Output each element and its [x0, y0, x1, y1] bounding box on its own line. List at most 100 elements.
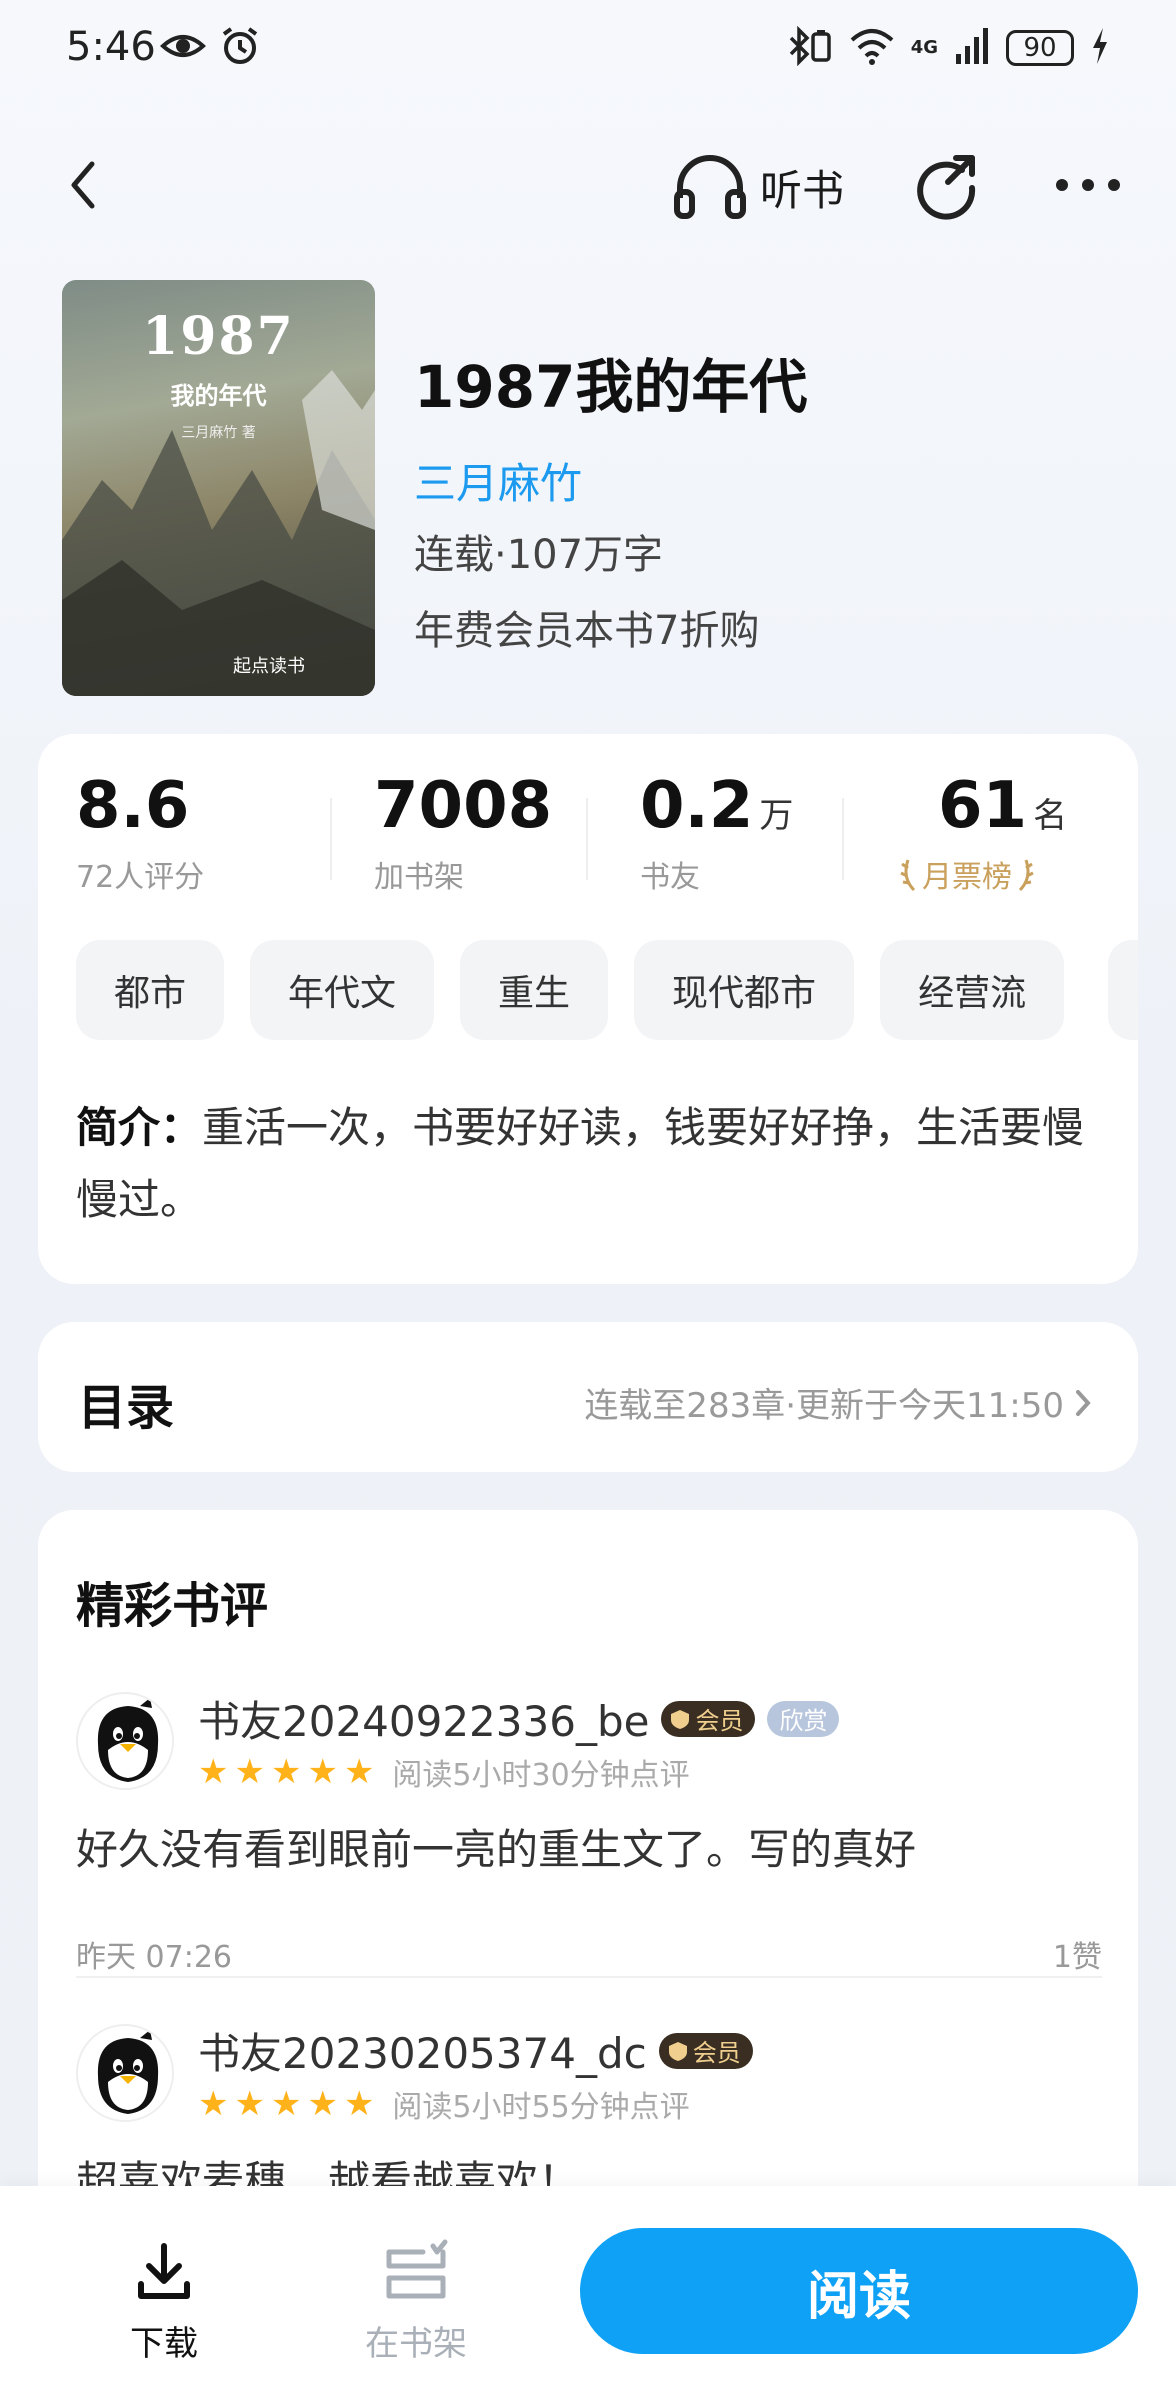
rating-stat[interactable]: 8.6 72人评分 [76, 774, 204, 896]
rank-value: 61 [938, 769, 1028, 843]
vip-badge: 会员 [658, 2032, 753, 2069]
headphones-icon [674, 155, 746, 219]
like-button[interactable]: 1赞 [1053, 1932, 1102, 1976]
tag-list: 都市 年代文 重生 现代都市 经营流 [76, 940, 1065, 1040]
download-icon [138, 2243, 190, 2299]
wifi-icon [849, 26, 895, 70]
penguin-avatar-icon [79, 1695, 172, 1788]
eye-icon [160, 26, 206, 70]
bottom-action-bar: 下载 在书架 阅读 [0, 2186, 1176, 2400]
bookshelf-label: 加书架 [374, 860, 464, 895]
rank-label: 月票榜 [922, 860, 1012, 895]
tag-chip[interactable]: 年代文 [250, 940, 435, 1040]
battery-indicator: 90 [1006, 30, 1074, 66]
table-of-contents-row[interactable]: 目录 连载至283章·更新于今天11:50 [38, 1322, 1138, 1472]
book-status: 连载·107万字 [414, 532, 664, 578]
tag-chip[interactable]: 都市 [76, 940, 225, 1040]
appreciate-badge: 欣赏 [767, 1700, 840, 1737]
back-button[interactable] [60, 150, 110, 220]
star-icon: ★ [234, 2084, 265, 2124]
tag-chip[interactable]: 现代都市 [634, 940, 855, 1040]
read-time: 阅读5小时55分钟点评 [392, 2090, 690, 2125]
vip-badge-label: 会员 [695, 1707, 744, 1735]
vip-badge: 会员 [661, 1700, 756, 1737]
toc-update-info: 连载至283章·更新于今天11:50 [584, 1386, 1064, 1426]
star-icon: ★ [198, 1752, 229, 1792]
read-button[interactable]: 阅读 [580, 2228, 1138, 2354]
stat-divider [842, 798, 844, 880]
book-cover[interactable]: 1987 我的年代 三月麻竹 著 起点读书 [62, 280, 375, 696]
rating-label: 72人评分 [76, 860, 205, 895]
review-text: 好久没有看到眼前一亮的重生文了。写的真好 [76, 1825, 917, 1874]
top-nav: 听书 [0, 130, 1176, 240]
penguin-avatar-icon [79, 2027, 172, 2120]
vip-offer[interactable]: 年费会员本书7折购 [414, 598, 759, 656]
intro-label: 简介： [76, 1103, 203, 1152]
avatar[interactable] [76, 1692, 174, 1790]
rating-row: ★ ★ ★ ★ ★ 阅读5小时30分钟点评 [198, 1750, 690, 1794]
laurel-right-icon [1018, 859, 1034, 892]
vip-badge-label: 会员 [692, 2039, 741, 2067]
tag-chip-partial[interactable] [1108, 940, 1138, 1040]
stat-divider [586, 798, 588, 880]
cover-publisher-logo: 起点读书 [233, 656, 305, 677]
download-button[interactable]: 下载 [94, 2238, 234, 2365]
rating-row: ★ ★ ★ ★ ★ 阅读5小时55分钟点评 [198, 2082, 690, 2126]
star-icon: ★ [343, 2084, 375, 2124]
intro-text: 重活一次，书要好好读，钱要好好挣，生活要慢慢过。 [76, 1103, 1085, 1224]
reviews-title: 精彩书评 [76, 1578, 269, 1634]
bookshelf-check-icon [386, 2239, 448, 2299]
star-icon: ★ [198, 2084, 229, 2124]
status-time: 5:46 [66, 24, 156, 70]
alarm-icon [220, 26, 260, 70]
review-item[interactable]: 书友20240922336_be 会员 欣赏 ★ ★ ★ ★ ★ 阅读5小时30… [76, 1692, 1102, 1975]
signal-icon [954, 26, 990, 70]
toc-title: 目录 [78, 1380, 175, 1436]
status-bar: 5:46 4G 90 [0, 0, 1176, 100]
fans-value: 0.2 [640, 769, 754, 843]
share-icon [917, 155, 976, 220]
crown-shield-icon [671, 1709, 690, 1729]
fans-label: 书友 [640, 860, 700, 895]
charging-icon [1090, 26, 1110, 70]
star-icon: ★ [270, 2084, 302, 2124]
star-icon: ★ [307, 2084, 338, 2124]
bluetooth-battery-icon [787, 25, 833, 70]
star-icon: ★ [234, 1752, 265, 1792]
crown-shield-icon [668, 2041, 687, 2061]
avatar[interactable] [76, 2024, 174, 2122]
monthly-ticket-rank-stat[interactable]: 61 名 月票榜 [900, 774, 1067, 896]
divider [76, 1976, 1102, 1978]
network-type-label: 4G [910, 37, 938, 58]
book-title: 1987我的年代 [414, 353, 808, 421]
cover-title: 1987 [142, 306, 295, 367]
fans-stat[interactable]: 0.2 万 书友 [640, 774, 793, 896]
stat-divider [330, 798, 332, 880]
book-intro[interactable]: 简介：重活一次，书要好好读，钱要好好挣，生活要慢慢过。 [76, 1092, 1106, 1236]
author-link[interactable]: 三月麻竹 [414, 450, 582, 511]
read-time: 阅读5小时30分钟点评 [392, 1758, 690, 1793]
more-button[interactable] [1048, 150, 1128, 220]
laurel-left-icon [900, 859, 916, 892]
fans-unit: 万 [759, 796, 794, 836]
star-icon: ★ [343, 1752, 375, 1792]
bookshelf-stat[interactable]: 7008 加书架 [374, 774, 552, 896]
tag-chip[interactable]: 重生 [460, 940, 609, 1040]
star-icon: ★ [307, 1752, 338, 1792]
tag-chip[interactable]: 经营流 [880, 940, 1065, 1040]
listen-button[interactable]: 听书 [672, 152, 844, 222]
listen-label: 听书 [760, 165, 845, 215]
book-stats-card: 8.6 72人评分 7008 加书架 0.2 万 书友 61 名 月票榜 都市 年代… [38, 734, 1138, 1284]
bookshelf-button[interactable]: 在书架 [346, 2238, 486, 2365]
share-button[interactable] [912, 150, 982, 220]
rating-value: 8.6 [76, 769, 190, 843]
rank-unit: 名 [1033, 796, 1068, 836]
cover-subtitle: 我的年代 [170, 382, 267, 410]
reviewer-name[interactable]: 书友20230205374_dc [198, 2020, 647, 2081]
cover-author: 三月麻竹 著 [181, 425, 256, 441]
reviewer-name[interactable]: 书友20240922336_be [198, 1688, 649, 1749]
review-date: 昨天 07:26 [76, 1940, 232, 1975]
bookshelf-label: 在书架 [365, 2324, 467, 2364]
chevron-left-icon [71, 161, 95, 209]
download-label: 下载 [130, 2324, 198, 2364]
